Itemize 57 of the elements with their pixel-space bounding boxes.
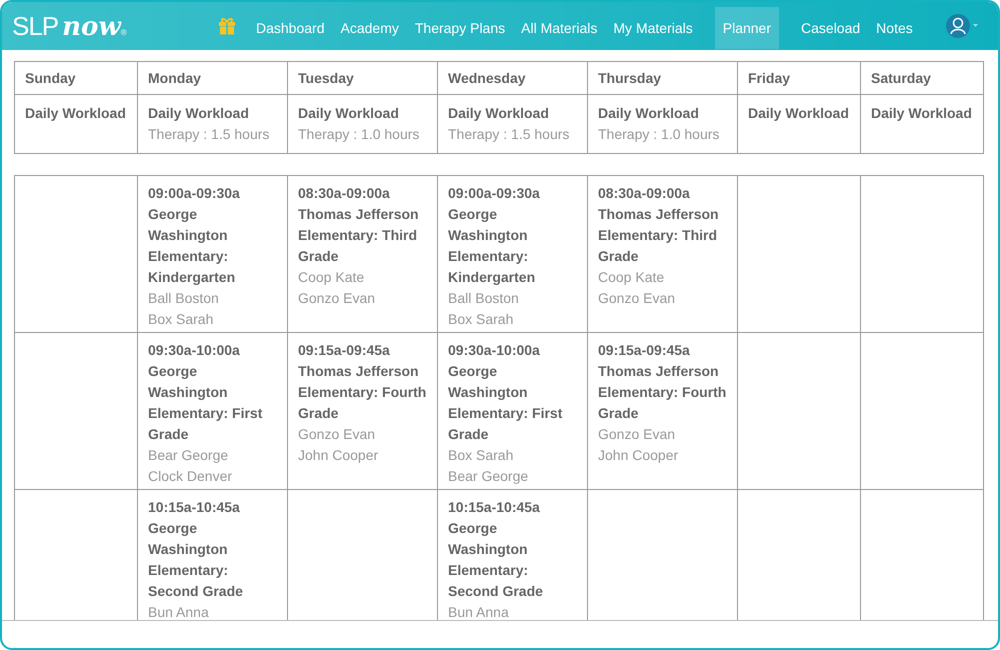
workload-title: Daily Workload xyxy=(748,104,850,123)
session-group[interactable]: Thomas Jefferson Elementary: Fourth Grade xyxy=(298,361,429,424)
workload-title: Daily Workload xyxy=(25,104,127,123)
workload-title: Daily Workload xyxy=(448,104,550,123)
workload-title: Daily Workload xyxy=(598,104,700,123)
student-name: John Cooper xyxy=(298,446,380,465)
session-time[interactable]: 08:30a-09:00a xyxy=(598,183,729,204)
student-name: Coop Kate xyxy=(598,268,666,287)
day-header: Tuesday xyxy=(288,62,438,94)
workload-title: Daily Workload xyxy=(871,104,973,123)
student-name: Gonzo Evan xyxy=(298,289,376,308)
therapy-hours: Therapy : 1.5 hours xyxy=(148,125,270,144)
student-name: Bun Anna xyxy=(448,603,510,620)
day-header: Thursday xyxy=(588,62,738,94)
student-name: Bear George xyxy=(448,467,530,486)
day-header: Friday xyxy=(738,62,860,94)
day-header: Wednesday xyxy=(438,62,588,94)
session-time[interactable]: 08:30a-09:00a xyxy=(298,183,429,204)
session-group[interactable]: Thomas Jefferson Elementary: Third Grade xyxy=(598,204,729,267)
student-name: Coop Kate xyxy=(298,268,366,287)
session-time[interactable]: 09:15a-09:45a xyxy=(598,340,729,361)
student-name: Box Sarah xyxy=(448,310,514,329)
student-name: Bear George xyxy=(148,446,230,465)
session-time[interactable]: 09:15a-09:45a xyxy=(298,340,429,361)
session-time[interactable]: 09:00a-09:30a xyxy=(148,183,279,204)
therapy-hours: Therapy : 1.5 hours xyxy=(448,125,570,144)
student-name: John Cooper xyxy=(598,446,680,465)
therapy-hours: Therapy : 1.0 hours xyxy=(298,125,420,144)
student-name: Gonzo Evan xyxy=(598,425,676,444)
session-group[interactable]: Thomas Jefferson Elementary: Third Grade xyxy=(298,204,429,267)
student-name: Bun Anna xyxy=(148,603,210,620)
day-header: Monday xyxy=(138,62,288,94)
session-group[interactable]: George Washington Elementary: First Grade xyxy=(148,361,279,445)
student-name: Gonzo Evan xyxy=(598,289,676,308)
student-name: Box Sarah xyxy=(148,310,214,329)
student-name: Gonzo Evan xyxy=(298,425,376,444)
student-name: Clock Denver xyxy=(148,467,234,486)
student-name: Box Sarah xyxy=(448,446,514,465)
session-group[interactable]: George Washington Elementary: Kindergarten xyxy=(448,204,579,288)
workload-title: Daily Workload xyxy=(148,104,250,123)
session-group[interactable]: Thomas Jefferson Elementary: Fourth Grade xyxy=(598,361,729,424)
user-avatar-icon[interactable] xyxy=(944,13,979,39)
session-group[interactable]: George Washington Elementary: First Grade xyxy=(448,361,579,445)
student-name: Ball Boston xyxy=(148,289,220,308)
session-time[interactable]: 09:30a-10:00a xyxy=(148,340,279,361)
session-group[interactable]: George Washington Elementary: Kindergarten xyxy=(148,204,279,288)
session-group[interactable]: George Washington Elementary: Second Grade xyxy=(448,518,579,602)
student-name: Ball Boston xyxy=(448,289,520,308)
session-time[interactable]: 10:15a-10:45a xyxy=(448,497,579,518)
session-group[interactable]: George Washington Elementary: Second Grade xyxy=(148,518,279,602)
session-time[interactable]: 09:30a-10:00a xyxy=(448,340,579,361)
session-time[interactable]: 09:00a-09:30a xyxy=(448,183,579,204)
session-time[interactable]: 10:15a-10:45a xyxy=(148,497,279,518)
day-header: Sunday xyxy=(14,62,138,94)
therapy-hours: Therapy : 1.0 hours xyxy=(598,125,720,144)
day-header: Saturday xyxy=(860,62,984,94)
workload-title: Daily Workload xyxy=(298,104,400,123)
